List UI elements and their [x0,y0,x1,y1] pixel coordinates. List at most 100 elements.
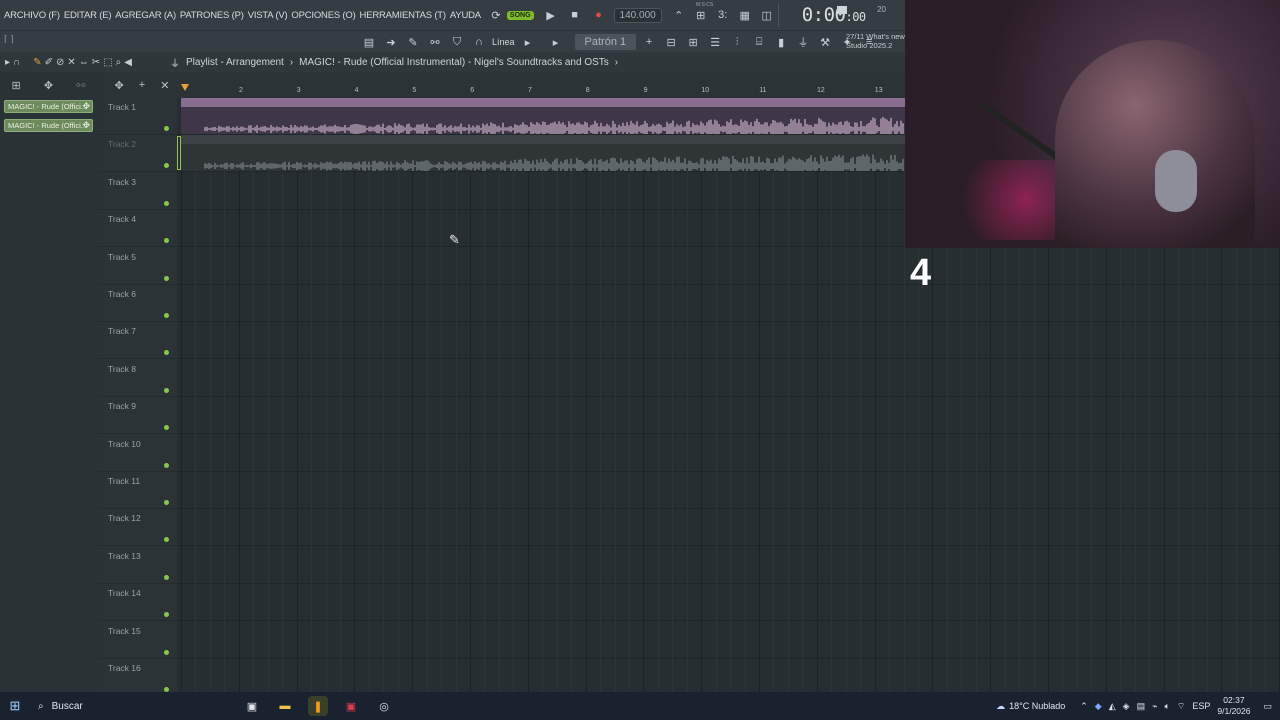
add-track-icon[interactable]: + [139,79,145,91]
picker-clip[interactable]: MAGIC! - Rude (Offici... ✥ [4,119,93,132]
track-mute-led-icon[interactable] [164,350,169,356]
picker-clip[interactable]: MAGIC! - Rude (Offici... ✥ [4,100,93,113]
taskbar-search[interactable]: ⌕ Buscar [30,701,170,712]
chrome-icon[interactable]: ◎ [374,696,394,716]
slice-tool-icon[interactable]: ✂ [92,57,100,68]
grid-icon[interactable]: ⊞ [12,79,21,92]
snap-next-icon[interactable]: ▸ [519,33,537,51]
news-panel[interactable]: 27/11 What's new Studio 2025.2 [846,32,905,50]
arrow-icon[interactable]: ➜ [382,33,400,51]
track-mute-led-icon[interactable] [164,275,169,281]
eq-icon[interactable]: ⫶ [728,33,746,51]
track-header[interactable]: Track 1 [97,98,177,135]
track-mute-led-icon[interactable] [164,537,169,543]
track-header[interactable]: Track 16 [97,659,177,696]
wifi-icon[interactable]: ⌔ [1177,701,1185,712]
move-tracks-icon[interactable]: ✥ [115,79,124,92]
metronome-icon[interactable]: ⌃ [670,6,688,24]
play-button[interactable]: ▶ [542,6,560,24]
close-icon[interactable]: ✕ [160,79,169,92]
track-name[interactable]: Track 10 [108,439,141,449]
track-name[interactable]: Track 3 [108,177,136,187]
track-mute-led-icon[interactable] [164,462,169,468]
track-mute-led-icon[interactable] [164,163,169,169]
track-header[interactable]: Track 13 [97,547,177,584]
menu-agregar[interactable]: AGREGAR (A) [115,10,176,21]
volume-icon[interactable]: 🔈︎ [1165,701,1170,712]
arrangement-path[interactable]: MAGIC! - Rude (Official Instrumental) - … [299,57,609,68]
track-mute-led-icon[interactable] [164,126,169,131]
countdown-icon[interactable]: 3: [714,6,732,24]
track-name[interactable]: Track 1 [108,102,136,112]
track-mute-led-icon[interactable] [164,238,169,244]
menu-vista[interactable]: VISTA (V) [248,10,288,21]
track-header[interactable]: Track 5 [97,248,177,285]
loop-mode-icon[interactable]: ⟳ [487,6,505,24]
track-mute-led-icon[interactable] [164,500,169,505]
track-header[interactable]: Track 15 [97,622,177,659]
menu-herramientas[interactable]: HERRAMIENTAS (T) [360,10,447,21]
delete-tool-icon[interactable]: ⊘ [56,57,64,68]
playback-tool-icon[interactable]: ◀ [124,57,132,68]
menu-editar[interactable]: EDITAR (E) [64,10,112,21]
stop-button[interactable]: ■ [566,6,584,24]
track-header[interactable]: Track 12 [97,509,177,547]
step-edit-icon[interactable]: ▦ [736,6,754,24]
tray-app-icon[interactable]: ◆ [1095,701,1102,712]
track-mute-led-icon[interactable] [164,313,169,318]
record-button[interactable]: ● [590,6,608,24]
tray-app-icon[interactable]: ◭ [1109,701,1116,712]
track-name[interactable]: Track 9 [108,401,136,411]
magnet-snap-icon[interactable]: ∩ [13,57,20,68]
track-name[interactable]: Track 15 [108,626,141,636]
mixer-icon[interactable]: ⊞ [684,33,702,51]
track-name[interactable]: Track 8 [108,364,136,374]
track-name[interactable]: Track 6 [108,289,136,299]
audio-clip[interactable]: MAGIC! - Rude (Official Instrumental) - … [181,98,905,134]
track-header[interactable]: Track 3 [97,173,177,210]
link-icon-faded[interactable]: ⚯ [76,79,85,92]
slip-tool-icon[interactable]: ⇔ [79,57,89,68]
menu-patrones[interactable]: PATRONES (P) [180,10,244,21]
menu-archivo[interactable]: ARCHIVO (F) [4,10,60,21]
tray-app-icon[interactable]: ⌁ [1152,701,1157,712]
track-mute-led-icon[interactable] [164,574,169,580]
track-header[interactable]: Track 2 [97,135,177,173]
pattern-prev-icon[interactable]: ▸ [547,33,565,51]
move-icon[interactable]: ✥ [44,79,53,92]
track-name[interactable]: Track 11 [108,476,140,486]
zoom-tool-icon[interactable]: ⌕ [116,57,122,68]
pattern-selector[interactable]: Patrón 1 [574,34,637,50]
blend-notes-icon[interactable]: ◫ [758,6,776,24]
clip-add-icon[interactable]: ✥ [82,101,90,112]
channel-rack-icon[interactable]: ☰ [706,33,724,51]
track-name[interactable]: Track 14 [108,588,141,598]
tray-chevron-icon[interactable]: ⌃ [1080,701,1088,712]
select-tool-icon[interactable]: ⬚ [103,57,112,68]
track-header[interactable]: Track 14 [97,584,177,622]
track-name[interactable]: Track 4 [108,214,136,224]
playhead-marker-icon[interactable] [181,84,189,91]
song-mode-toggle[interactable]: SONG [506,10,534,20]
clip-add-icon[interactable]: ✥ [82,120,90,131]
track-mute-led-icon[interactable] [164,612,169,618]
draw-tool-icon[interactable]: ✎ [33,57,41,68]
tempo-display[interactable]: 140.000 [613,7,662,23]
fl-studio-icon[interactable]: ❚ [308,696,328,716]
track-header[interactable]: Track 7 [97,322,177,360]
browser-icon[interactable]: ⌸ [750,33,768,51]
add-pattern-icon[interactable]: + [640,33,658,51]
track-header[interactable]: Track 11 [97,472,177,509]
plug-icon[interactable]: ⏚ [794,33,812,51]
track-mute-led-icon[interactable] [164,200,169,206]
menu-opciones[interactable]: OPCIONES (O) [291,10,355,21]
task-view-icon[interactable]: ▣ [242,696,262,716]
tools-icon[interactable]: ⚒ [816,33,834,51]
playlist-icon[interactable]: ⊟ [662,33,680,51]
tray-app-icon[interactable]: ▤ [1137,701,1146,712]
pencil-icon[interactable]: ✎ [404,33,422,51]
windows-start-icon[interactable]: ⊞ [0,698,30,714]
mute-tool-icon[interactable]: ✕ [67,57,75,68]
track-name[interactable]: Track 13 [108,551,141,561]
magnet-icon[interactable]: ∩ [470,33,488,51]
